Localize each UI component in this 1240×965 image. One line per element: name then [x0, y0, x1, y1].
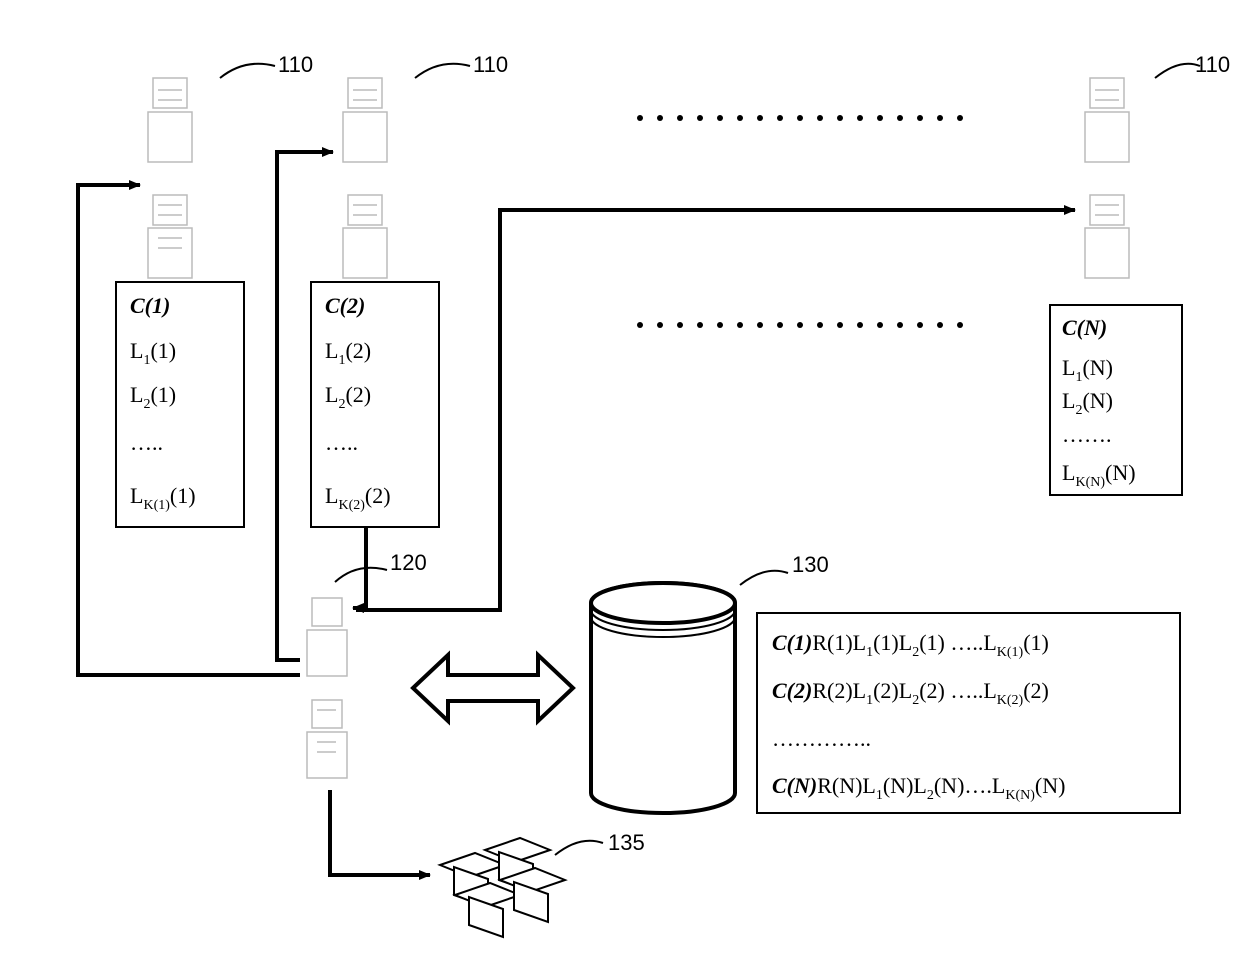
label-110-a: 110	[278, 52, 313, 77]
box-cn: C(N) L1(N) L2(N) ……. LK(N)(N)	[1050, 305, 1182, 495]
ellipsis-mid	[637, 322, 963, 328]
svg-text:LK(2)(2): LK(2)(2)	[325, 483, 391, 513]
svg-text:L2(N): L2(N)	[1062, 388, 1113, 418]
clients-135	[440, 838, 565, 937]
arrows	[78, 152, 1075, 875]
svg-text:L1(N): L1(N)	[1062, 355, 1113, 385]
ellipsis-top	[637, 115, 963, 121]
box-c1: C(1) L1(1) L2(1) ….. LK(1)(1)	[116, 282, 244, 527]
node-110-b	[343, 78, 387, 278]
svg-text:C(1)R(1)L1(1)L2(1) …..LK(1)(1): C(1)R(1)L1(1)L2(1) …..LK(1)(1)	[772, 630, 1049, 660]
node-110-c	[1085, 78, 1129, 278]
svg-text:C(2)R(2)L1(2)L2(2) …..LK(2)(2): C(2)R(2)L1(2)L2(2) …..LK(2)(2)	[772, 678, 1049, 708]
leader-110-a	[220, 64, 275, 78]
svg-text:…..: …..	[325, 430, 358, 455]
server-120	[307, 598, 347, 778]
label-135: 135	[608, 830, 645, 855]
box-c2: C(2) L1(2) L2(2) ….. LK(2)(2)	[311, 282, 439, 527]
leader-120	[335, 568, 387, 582]
svg-text:L2(2): L2(2)	[325, 382, 371, 412]
leader-110-c	[1155, 64, 1200, 78]
svg-text:L1(2): L1(2)	[325, 338, 371, 368]
box-c1-title: C(1)	[130, 293, 170, 318]
svg-text:…….: …….	[1062, 422, 1112, 447]
box-cn-title: C(N)	[1062, 315, 1107, 340]
label-110-c: 110	[1195, 52, 1230, 77]
database-130	[591, 583, 735, 813]
svg-text:LK(1)(1): LK(1)(1)	[130, 483, 196, 513]
label-110-b: 110	[473, 52, 508, 77]
box-c1-dots: …..	[130, 430, 163, 455]
db-records-box: C(1)R(1)L1(1)L2(1) …..LK(1)(1) C(2)R(2)L…	[757, 613, 1180, 813]
leader-130	[740, 571, 788, 585]
label-130: 130	[792, 552, 829, 577]
svg-text:L1(1): L1(1)	[130, 338, 176, 368]
node-110-a	[148, 78, 192, 278]
box-c2-title: C(2)	[325, 293, 365, 318]
leader-110-b	[415, 64, 470, 78]
svg-text:…………..: …………..	[772, 726, 871, 751]
leader-135	[555, 841, 603, 855]
bidirectional-arrow-icon	[413, 655, 573, 721]
svg-text:LK(N)(N): LK(N)(N)	[1062, 460, 1136, 490]
svg-text:L2(1): L2(1)	[130, 382, 176, 412]
box-c1-l1: L	[130, 338, 143, 363]
svg-text:C(N)R(N)L1(N)L2(N)….LK(N)(N): C(N)R(N)L1(N)L2(N)….LK(N)(N)	[772, 773, 1065, 803]
label-120: 120	[390, 550, 427, 575]
